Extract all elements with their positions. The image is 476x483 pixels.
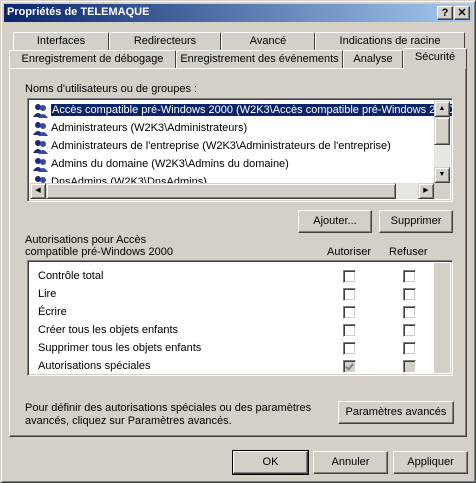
list-item[interactable]: Administrateurs (W2K3\Administrateurs) (32, 120, 247, 137)
window-title: Propriétés de TELEMAQUE (7, 6, 150, 18)
group-icon (33, 140, 48, 154)
deny-checkbox[interactable] (403, 342, 416, 355)
permissions-scroll-area (434, 263, 450, 373)
add-button[interactable]: Ajouter... (298, 210, 372, 233)
permissions-list: Contrôle total Lire Écrire Créer tous les o… (27, 260, 453, 376)
user-label: Admins du domaine (W2K3\Admins du domain… (51, 158, 289, 170)
users-label: Noms d'utilisateurs ou de groupes : (25, 83, 198, 95)
permissions-heading-line2: compatible pré-Windows 2000 (25, 246, 173, 258)
permission-row: Lire (38, 285, 56, 303)
group-icon (33, 104, 48, 118)
user-label: Administrateurs (W2K3\Administrateurs) (51, 122, 248, 134)
tab-enregistrement-debogage[interactable]: Enregistrement de débogage (9, 50, 176, 68)
tab-avance[interactable]: Avancé (221, 32, 315, 50)
scroll-down-button[interactable]: ▼ (434, 167, 450, 183)
permission-row: Écrire (38, 303, 67, 321)
scroll-left-button[interactable]: ◀ (30, 183, 46, 199)
allow-checkbox (343, 360, 356, 373)
deny-checkbox[interactable] (403, 324, 416, 337)
group-icon (33, 122, 48, 136)
horizontal-scrollbar[interactable]: ◀ ▶ (30, 183, 434, 199)
scroll-up-button[interactable]: ▲ (434, 101, 450, 117)
allow-column-header: Autoriser (327, 246, 372, 258)
permission-label: Écrire (38, 306, 67, 318)
tab-label: Indications de racine (339, 35, 441, 47)
deny-checkbox[interactable] (403, 288, 416, 301)
apply-button[interactable]: Appliquer (393, 451, 468, 474)
permission-row: Contrôle total (38, 267, 103, 285)
advanced-settings-button[interactable]: Paramètres avancés (338, 401, 454, 424)
title-bar[interactable]: Propriétés de TELEMAQUE ? ✕ (4, 4, 472, 22)
permission-label: Créer tous les objets enfants (38, 324, 179, 336)
allow-checkbox[interactable] (343, 288, 356, 301)
security-panel: Noms d'utilisateurs ou de groupes : Accè… (9, 68, 467, 437)
tab-label: Redirecteurs (133, 35, 197, 47)
deny-checkbox[interactable] (403, 306, 416, 319)
help-button[interactable]: ? (437, 6, 453, 20)
users-listbox[interactable]: Accès compatible pré-Windows 2000 (W2K3\… (27, 98, 453, 202)
tab-enregistrement-evenements[interactable]: Enregistrement des événements (176, 50, 343, 68)
deny-checkbox[interactable] (403, 270, 416, 283)
deny-checkbox (403, 360, 416, 373)
ok-button[interactable]: OK (232, 450, 309, 475)
tab-analyse[interactable]: Analyse (343, 50, 403, 68)
allow-checkbox[interactable] (343, 342, 356, 355)
permission-row: Supprimer tous les objets enfants (38, 339, 201, 357)
advanced-text-line2: avancés, cliquez sur Paramètres avancés. (25, 415, 232, 427)
scroll-right-button[interactable]: ▶ (418, 183, 434, 199)
close-button[interactable]: ✕ (454, 6, 470, 20)
permission-label: Lire (38, 288, 57, 300)
tab-label: Sécurité (414, 51, 456, 63)
permissions-heading-line1: Autorisations pour Accès (25, 234, 147, 246)
scroll-corner (434, 183, 450, 199)
user-label: Accès compatible pré-Windows 2000 (W2K3\… (49, 103, 452, 117)
permission-label: Contrôle total (38, 270, 104, 282)
allow-checkbox[interactable] (343, 306, 356, 319)
permission-row: Créer tous les objets enfants (38, 321, 178, 339)
permission-label: Autorisations spéciales (38, 360, 151, 372)
tab-interfaces[interactable]: Interfaces (13, 32, 109, 50)
remove-button[interactable]: Supprimer (379, 210, 453, 233)
tab-label: Interfaces (36, 35, 86, 47)
cancel-button[interactable]: Annuler (313, 451, 388, 474)
group-icon (33, 158, 48, 172)
scroll-thumb[interactable] (46, 183, 396, 199)
tab-securite[interactable]: Sécurité (403, 48, 467, 69)
user-label: Administrateurs de l'entreprise (W2K3\Ad… (51, 140, 391, 152)
list-item[interactable]: Admins du domaine (W2K3\Admins du domain… (32, 156, 289, 173)
scroll-thumb[interactable] (434, 117, 450, 145)
advanced-text-line1: Pour définir des autorisations spéciales… (25, 402, 312, 414)
list-item[interactable]: Accès compatible pré-Windows 2000 (W2K3\… (32, 102, 452, 119)
allow-checkbox[interactable] (343, 270, 356, 283)
properties-dialog: Propriétés de TELEMAQUE ? ✕ Interfaces R… (0, 0, 476, 483)
permission-label: Supprimer tous les objets enfants (38, 342, 202, 354)
tab-label: Analyse (353, 53, 393, 65)
vertical-scrollbar[interactable]: ▲ ▼ (434, 101, 450, 183)
tab-label: Enregistrement de débogage (21, 53, 164, 65)
list-item[interactable]: Administrateurs de l'entreprise (W2K3\Ad… (32, 138, 391, 155)
tab-label: Enregistrement des événements (180, 53, 339, 65)
allow-checkbox[interactable] (343, 324, 356, 337)
tab-redirecteurs[interactable]: Redirecteurs (109, 32, 221, 50)
tab-label: Avancé (249, 35, 287, 47)
deny-column-header: Refuser (389, 246, 428, 258)
permission-row: Autorisations spéciales (38, 357, 151, 375)
